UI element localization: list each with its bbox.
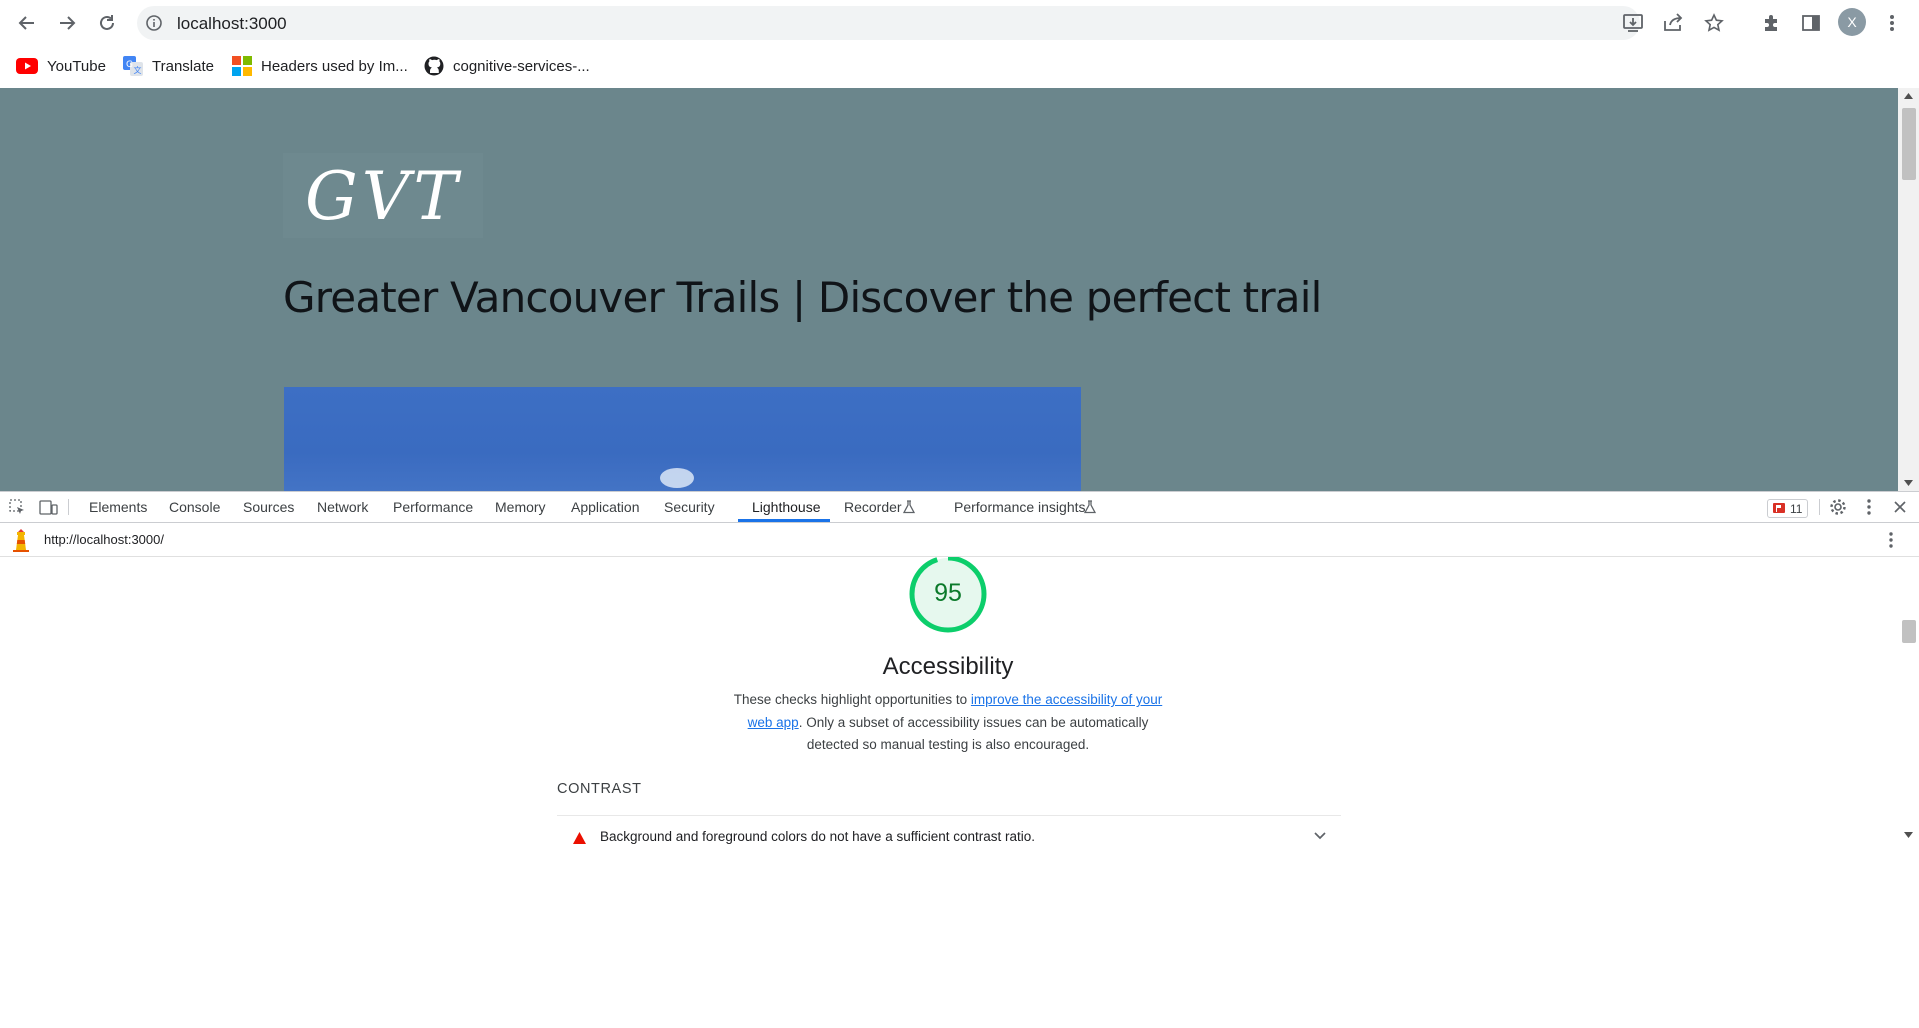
star-icon <box>1704 13 1724 32</box>
issues-counter[interactable]: 11 <box>1767 499 1809 518</box>
tab-application[interactable]: Application <box>571 492 640 522</box>
page-scrollbar-thumb[interactable] <box>1902 108 1916 180</box>
tab-recorder[interactable]: Recorder <box>844 492 902 522</box>
svg-text:G: G <box>126 60 133 70</box>
tab-security[interactable]: Security <box>664 492 715 522</box>
scroll-up-icon[interactable] <box>1904 93 1913 99</box>
issue-flag-icon <box>1773 502 1785 513</box>
fail-triangle-icon <box>573 832 586 844</box>
tab-performance-insights[interactable]: Performance insights <box>954 492 1086 522</box>
audit-title: Background and foreground colors do not … <box>600 829 1036 844</box>
browser-toolbar: localhost:3000 X <box>0 0 1919 44</box>
github-icon <box>424 56 444 76</box>
experiment-flask-icon <box>1084 500 1096 514</box>
issues-count: 11 <box>1790 501 1803 516</box>
arrow-right-icon <box>60 16 76 30</box>
page-viewport: GVT Greater Vancouver Trails | Discover … <box>0 88 1898 491</box>
audit-row-color-contrast[interactable]: Background and foreground colors do not … <box>557 823 1341 847</box>
back-button[interactable] <box>12 8 42 38</box>
score-value: 95 <box>934 579 962 607</box>
bookmark-label: Translate <box>152 57 214 75</box>
share-icon <box>1664 13 1683 31</box>
tab-console[interactable]: Console <box>169 492 220 522</box>
report-scrollbar[interactable] <box>1898 557 1919 847</box>
bookmark-translate[interactable]: G文 Translate <box>123 54 214 78</box>
tab-elements[interactable]: Elements <box>89 492 147 522</box>
divider <box>557 815 1341 816</box>
bookmark-headers[interactable]: Headers used by Im... <box>232 54 408 78</box>
side-panel-button[interactable] <box>1796 8 1826 38</box>
page-heading: Greater Vancouver Trails | Discover the … <box>283 273 1322 322</box>
scroll-down-icon[interactable] <box>1904 832 1913 838</box>
youtube-icon <box>16 58 38 74</box>
install-app-button[interactable] <box>1618 8 1648 38</box>
info-icon[interactable] <box>146 15 162 31</box>
arrow-left-icon <box>18 16 34 30</box>
category-description: These checks highlight opportunities to … <box>730 689 1166 757</box>
bookmark-label: cognitive-services-... <box>453 57 590 75</box>
devtools-menu-icon[interactable] <box>1866 498 1872 516</box>
tab-network[interactable]: Network <box>317 492 368 522</box>
site-logo-text: GVT <box>305 158 462 235</box>
reload-icon <box>100 15 114 30</box>
description-text: These checks highlight opportunities to <box>733 692 971 707</box>
divider <box>68 499 69 515</box>
address-text: localhost:3000 <box>177 14 287 33</box>
bookmark-label: YouTube <box>47 57 106 75</box>
settings-gear-icon[interactable] <box>1829 498 1847 516</box>
reload-button[interactable] <box>92 8 122 38</box>
lighthouse-report-header: http://localhost:3000/ <box>0 523 1919 557</box>
inspect-element-icon[interactable] <box>9 499 26 516</box>
puzzle-icon <box>1765 15 1777 31</box>
bookmarks-bar: YouTube G文 Translate Headers used by Im.… <box>0 44 1919 88</box>
chrome-menu-button[interactable] <box>1877 8 1907 38</box>
extensions-button[interactable] <box>1756 8 1786 38</box>
kebab-menu-icon <box>1890 15 1894 31</box>
audit-group-title: CONTRAST <box>557 781 642 797</box>
divider <box>1819 499 1820 515</box>
lighthouse-icon <box>13 529 29 552</box>
bookmark-label: Headers used by Im... <box>261 57 408 75</box>
tab-performance[interactable]: Performance <box>393 492 473 522</box>
category-title: Accessibility <box>882 653 1014 680</box>
bookmark-github[interactable]: cognitive-services-... <box>424 54 590 78</box>
close-icon[interactable] <box>1893 500 1907 514</box>
active-tab-indicator <box>738 519 830 522</box>
hero-image-cloud <box>660 468 694 488</box>
address-bar[interactable]: localhost:3000 <box>137 6 1640 40</box>
scroll-down-icon[interactable] <box>1904 480 1913 486</box>
profile-avatar[interactable]: X <box>1838 8 1866 36</box>
share-button[interactable] <box>1658 8 1688 38</box>
side-panel-icon <box>1802 15 1820 31</box>
experiment-flask-icon <box>903 500 915 514</box>
bookmark-star-button[interactable] <box>1699 8 1729 38</box>
chevron-down-icon[interactable] <box>1314 832 1326 840</box>
tab-sources[interactable]: Sources <box>243 492 294 522</box>
devtools-tab-bar: Elements Console Sources Network Perform… <box>0 491 1919 523</box>
tab-memory[interactable]: Memory <box>495 492 546 522</box>
device-toolbar-icon[interactable] <box>39 499 58 516</box>
install-icon <box>1623 14 1643 32</box>
tab-lighthouse[interactable]: Lighthouse <box>752 492 821 522</box>
report-scrollbar-thumb[interactable] <box>1902 620 1916 643</box>
report-menu-icon[interactable] <box>1888 531 1894 549</box>
google-translate-icon: G文 <box>123 56 143 76</box>
report-url: http://localhost:3000/ <box>44 532 164 547</box>
lighthouse-report: 95 Accessibility These checks highlight … <box>0 557 1898 847</box>
microsoft-icon <box>232 56 252 76</box>
svg-text:文: 文 <box>134 65 142 75</box>
forward-button[interactable] <box>52 8 82 38</box>
description-text: . Only a subset of accessibility issues … <box>798 714 1149 753</box>
bookmark-youtube[interactable]: YouTube <box>16 54 106 78</box>
